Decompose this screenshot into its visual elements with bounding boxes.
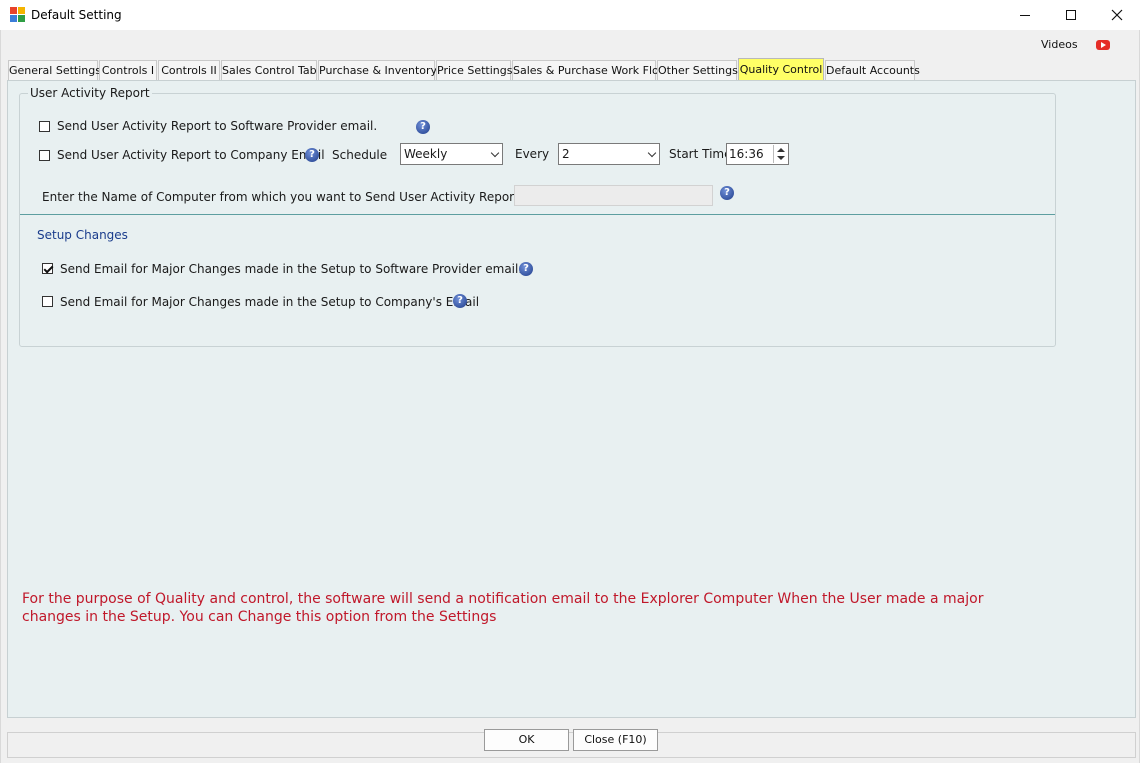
maximize-button[interactable] [1048, 0, 1094, 30]
section-divider [20, 214, 1055, 215]
setup-provider-email-label[interactable]: Send Email for Major Changes made in the… [60, 262, 522, 276]
computer-name-input[interactable] [514, 185, 713, 206]
schedule-select[interactable]: Weekly [400, 143, 503, 165]
close-button[interactable]: Close (F10) [573, 729, 658, 751]
tab-default-accounts[interactable]: Default Accounts [825, 60, 920, 80]
schedule-label: Schedule [332, 148, 388, 162]
provider-activity-report-label[interactable]: Send User Activity Report to Software Pr… [57, 119, 377, 133]
minimize-button[interactable] [1002, 0, 1048, 30]
tab-sales-purchase-work-flow[interactable]: Sales & Purchase Work Flow [512, 60, 668, 80]
setup-company-email-label[interactable]: Send Email for Major Changes made in the… [60, 295, 479, 309]
help-icon[interactable]: ? [720, 186, 734, 200]
computer-name-label: Enter the Name of Computer from which yo… [42, 190, 519, 204]
help-icon[interactable]: ? [416, 120, 430, 134]
close-window-button[interactable] [1094, 0, 1140, 30]
spin-down-icon[interactable] [777, 156, 785, 160]
every-label: Every [515, 147, 550, 161]
chevron-down-icon [647, 148, 657, 158]
start-time-label: Start Time [669, 147, 732, 161]
tab-general-settings[interactable]: General Settings [8, 60, 101, 80]
tab-price-settings[interactable]: Price Settings [436, 60, 512, 80]
title-bar: Default Setting [0, 0, 1140, 30]
tab-controls-ii[interactable]: Controls II [158, 60, 220, 80]
youtube-icon[interactable] [1096, 40, 1110, 50]
maximize-icon [1066, 10, 1076, 20]
setup-company-email-checkbox[interactable] [42, 296, 53, 307]
help-icon[interactable]: ? [453, 294, 467, 308]
every-value: 2 [562, 147, 570, 161]
setup-changes-title: Setup Changes [37, 228, 128, 242]
start-time-value: 16:36 [729, 147, 764, 161]
company-activity-report-label[interactable]: Send User Activity Report to Company Ema… [57, 148, 325, 162]
tab-sales-control[interactable]: Sales Control Tab [221, 60, 317, 80]
start-time-picker[interactable]: 16:36 [726, 143, 789, 165]
help-icon[interactable]: ? [519, 262, 533, 276]
schedule-value: Weekly [404, 147, 448, 161]
window-title: Default Setting [31, 8, 122, 22]
help-icon[interactable]: ? [305, 148, 319, 162]
bottom-button-bar [7, 732, 1136, 758]
videos-link[interactable]: Videos [1041, 38, 1078, 51]
setup-provider-email-checkbox[interactable] [42, 263, 53, 274]
quality-control-notice: For the purpose of Quality and control, … [22, 591, 984, 625]
every-select[interactable]: 2 [558, 143, 660, 165]
tab-purchase-inventory[interactable]: Purchase & Inventory [318, 60, 437, 80]
provider-activity-report-checkbox[interactable] [39, 121, 50, 132]
tab-other-settings[interactable]: Other Settings [657, 60, 738, 80]
app-icon [10, 7, 26, 23]
user-activity-group-title: User Activity Report [28, 86, 152, 100]
close-icon [1111, 9, 1123, 21]
minimize-icon [1020, 14, 1030, 16]
chevron-down-icon [490, 148, 500, 158]
ok-button[interactable]: OK [484, 729, 569, 751]
tab-quality-control[interactable]: Quality Control [738, 58, 824, 80]
spin-up-icon[interactable] [777, 148, 785, 152]
time-spinner[interactable] [773, 145, 787, 163]
company-activity-report-checkbox[interactable] [39, 150, 50, 161]
tab-controls-i[interactable]: Controls I [99, 60, 157, 80]
